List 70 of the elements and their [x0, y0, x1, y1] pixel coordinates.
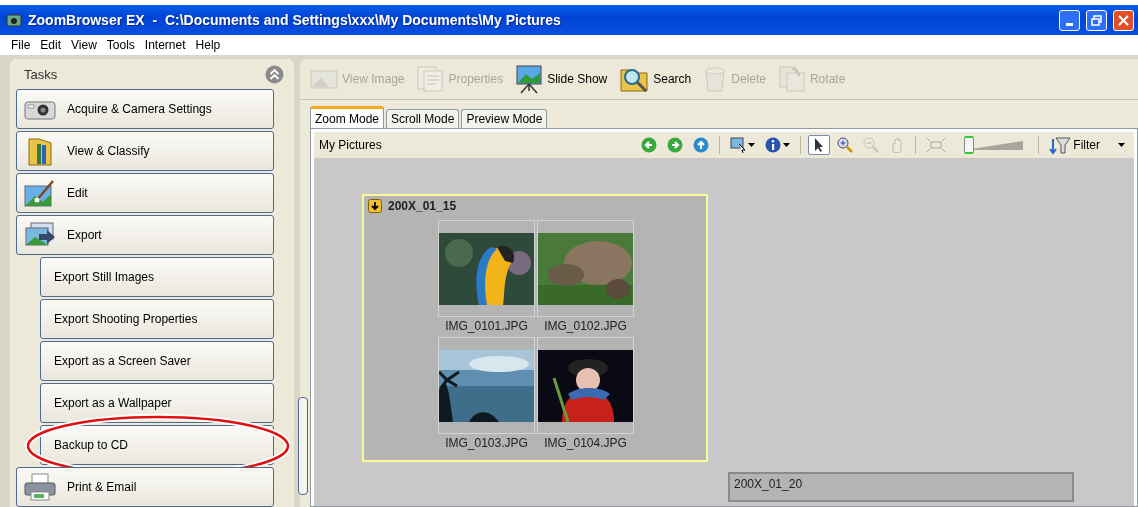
task-button[interactable]: Print & Email: [16, 467, 274, 507]
caret-icon: [1118, 143, 1125, 147]
document-icon: [416, 65, 445, 93]
printer-icon: [23, 473, 57, 501]
restore-icon: [1091, 14, 1102, 26]
zoom-out-icon: [863, 137, 880, 153]
task-button[interactable]: Export: [16, 215, 274, 255]
back-icon: [641, 137, 658, 153]
forward-icon: [667, 137, 684, 153]
projector-screen-icon: [515, 64, 544, 94]
thumbnail[interactable]: [438, 337, 535, 434]
file-name: IMG_0103.JPG: [445, 436, 528, 450]
tab[interactable]: Preview Mode: [461, 109, 548, 128]
menu-item[interactable]: Edit: [40, 38, 62, 52]
tab[interactable]: Zoom Mode: [310, 106, 385, 128]
group-title: 200X_01_20: [734, 477, 803, 491]
thumbnail[interactable]: [438, 220, 535, 317]
filter-button[interactable]: Filter: [1046, 133, 1128, 157]
location-label: My Pictures: [319, 138, 383, 152]
paint-brush-icon: [23, 178, 57, 208]
close-button[interactable]: [1113, 9, 1134, 31]
zoom-slider[interactable]: [961, 136, 1024, 154]
collapse-icon[interactable]: [265, 64, 284, 84]
zoom-in-icon: [837, 137, 854, 153]
pointer-button[interactable]: [808, 135, 831, 155]
close-icon: [1118, 14, 1129, 26]
task-button[interactable]: Export Shooting Properties: [40, 299, 274, 339]
window-title: ZoomBrowser EX - C:\Documents and Settings\xxx\My Documents\My Pictures: [28, 12, 562, 28]
minimize-button[interactable]: [1059, 9, 1080, 31]
menu-item[interactable]: Tools: [106, 38, 135, 52]
trash-icon: [703, 65, 728, 93]
menu-item[interactable]: View: [71, 38, 97, 52]
task-button[interactable]: Export as a Wallpaper: [40, 383, 274, 423]
fit-screen-icon: [926, 137, 947, 153]
download-icon: [368, 199, 382, 213]
tab[interactable]: Scroll Mode: [386, 109, 460, 128]
app-icon: [6, 12, 22, 28]
menu-item[interactable]: Internet: [144, 38, 186, 52]
image-pointer-icon: [730, 137, 747, 153]
task-button[interactable]: Acquire & Camera Settings: [16, 89, 274, 129]
file-name: IMG_0101.JPG: [445, 319, 528, 333]
minimize-icon: [1066, 22, 1073, 26]
restore-button[interactable]: [1086, 9, 1107, 31]
task-button[interactable]: Export as a Screen Saver: [40, 341, 274, 381]
panel-title: Tasks: [24, 66, 58, 82]
export-icon: [23, 221, 57, 249]
info-icon: [765, 137, 782, 153]
task-button[interactable]: Backup to CD: [40, 425, 274, 465]
filter-icon: [1049, 135, 1072, 155]
thumbnail[interactable]: [537, 337, 634, 434]
image-group[interactable]: 200X_01_20: [728, 472, 1074, 502]
thumbnail[interactable]: [537, 220, 634, 317]
up-icon: [693, 137, 710, 153]
caret-icon: [783, 143, 791, 147]
caret-icon: [748, 143, 756, 147]
task-button[interactable]: Edit: [16, 173, 274, 213]
group-title: 200X_01_15: [388, 199, 457, 213]
file-name: IMG_0104.JPG: [544, 436, 627, 450]
menu-item[interactable]: Help: [195, 38, 221, 52]
image-icon: [310, 68, 338, 90]
task-button[interactable]: View & Classify: [16, 131, 274, 171]
toolbar-button[interactable]: Search: [619, 64, 692, 94]
menu-item[interactable]: File: [11, 38, 31, 52]
toolbar-button[interactable]: Slide Show: [515, 64, 608, 94]
slider-thumb[interactable]: [963, 136, 974, 154]
image-group[interactable]: 200X_01_15 IMG_0101.JPG IMG_0102.JPG IMG_0103.JPG IMG_0104.JPG: [362, 194, 708, 462]
file-name: IMG_0102.JPG: [544, 319, 627, 333]
task-button[interactable]: Export Still Images: [40, 257, 274, 297]
rotate-image-icon: [777, 65, 806, 93]
scroll-bar[interactable]: [298, 397, 308, 495]
